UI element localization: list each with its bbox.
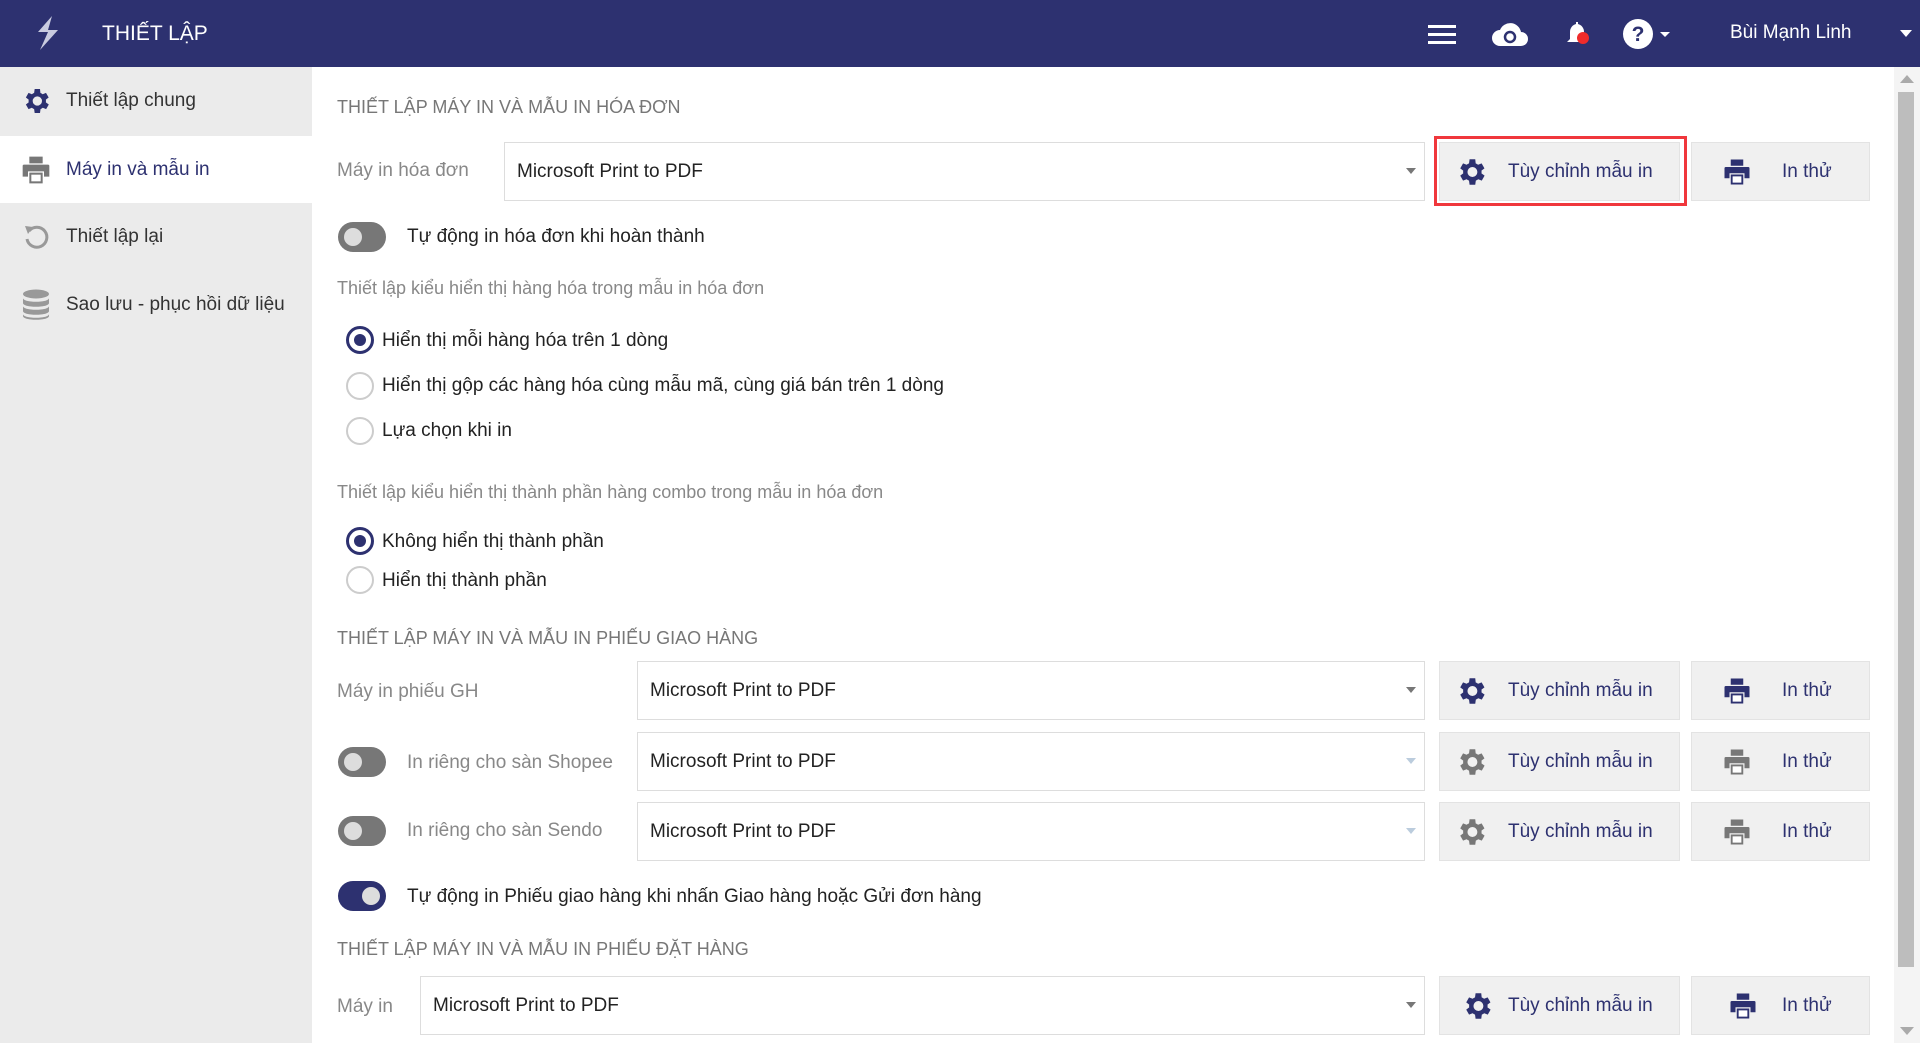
invoice-section-title: THIẾT LẬP MÁY IN VÀ MẪU IN HÓA ĐƠN bbox=[337, 97, 681, 117]
sidebar-item-general-settings[interactable]: Thiết lập chung bbox=[0, 67, 312, 134]
printer-icon bbox=[1728, 990, 1758, 1022]
shopee-print-label: In riêng cho sàn Shopee bbox=[407, 752, 613, 773]
sidebar-item-label: Thiết lập chung bbox=[66, 89, 196, 111]
sidebar-item-label: Máy in và mẫu in bbox=[66, 158, 210, 180]
printer-icon bbox=[1722, 746, 1752, 778]
button-label: In thử bbox=[1782, 160, 1832, 182]
button-label: Tùy chỉnh mẫu in bbox=[1508, 679, 1653, 701]
user-name[interactable]: Bùi Mạnh Linh bbox=[1730, 22, 1851, 44]
chevron-down-icon bbox=[1406, 828, 1416, 834]
button-label: In thử bbox=[1782, 679, 1832, 701]
chevron-down-icon bbox=[1406, 687, 1416, 693]
button-label: Tùy chỉnh mẫu in bbox=[1508, 994, 1653, 1016]
order-printer-label: Máy in bbox=[337, 996, 393, 1017]
gear-icon bbox=[18, 85, 54, 117]
page-title: THIẾT LẬP bbox=[102, 22, 208, 45]
gear-icon bbox=[1460, 989, 1494, 1023]
sidebar-item-label: Thiết lập lại bbox=[66, 225, 164, 247]
sidebar-item-label: Sao lưu - phục hồi dữ liệu bbox=[66, 293, 285, 315]
menu-icon[interactable] bbox=[1426, 18, 1458, 50]
sendo-printer-select[interactable]: Microsoft Print to PDF bbox=[637, 802, 1425, 861]
combo-option-radio[interactable] bbox=[346, 566, 374, 594]
radio-label: Không hiển thị thành phần bbox=[382, 531, 604, 552]
sendo-print-label: In riêng cho sàn Sendo bbox=[407, 820, 603, 841]
radio-label: Hiển thị gộp các hàng hóa cùng mẫu mã, c… bbox=[382, 375, 944, 396]
app-logo-icon bbox=[38, 16, 58, 50]
delivery-customize-template-button[interactable]: Tùy chỉnh mẫu in bbox=[1439, 661, 1680, 720]
sendo-print-toggle[interactable] bbox=[338, 816, 386, 846]
button-label: Tùy chỉnh mẫu in bbox=[1508, 820, 1653, 842]
select-value: Microsoft Print to PDF bbox=[650, 820, 836, 842]
gear-icon bbox=[1454, 155, 1488, 189]
button-label: In thử bbox=[1782, 994, 1832, 1016]
shopee-test-print-button[interactable]: In thử bbox=[1691, 732, 1870, 791]
display-mode-title: Thiết lập kiểu hiển thị hàng hóa trong m… bbox=[337, 278, 765, 298]
scroll-down-icon[interactable] bbox=[1900, 1026, 1914, 1036]
printer-icon bbox=[1722, 156, 1752, 188]
radio-label: Hiển thị thành phần bbox=[382, 570, 547, 591]
database-icon bbox=[18, 289, 54, 321]
help-icon[interactable]: ? bbox=[1620, 18, 1680, 50]
sidebar-item-backup-restore[interactable]: Sao lưu - phục hồi dữ liệu bbox=[0, 271, 312, 338]
chevron-down-icon bbox=[1406, 758, 1416, 764]
gear-icon bbox=[1454, 674, 1488, 708]
display-option-radio[interactable] bbox=[346, 417, 374, 445]
auto-print-invoice-label: Tự động in hóa đơn khi hoàn thành bbox=[407, 226, 705, 247]
button-label: In thử bbox=[1782, 820, 1832, 842]
radio-label: Hiển thị mỗi hàng hóa trên 1 dòng bbox=[382, 330, 669, 351]
gear-icon bbox=[1454, 815, 1488, 849]
printer-icon bbox=[1722, 675, 1752, 707]
order-section-title: THIẾT LẬP MÁY IN VÀ MẪU IN PHIẾU ĐẶT HÀN… bbox=[337, 939, 749, 959]
shopee-customize-template-button[interactable]: Tùy chỉnh mẫu in bbox=[1439, 732, 1680, 791]
button-label: In thử bbox=[1782, 750, 1832, 772]
invoice-printer-label: Máy in hóa đơn bbox=[337, 160, 469, 181]
gear-icon bbox=[1454, 745, 1488, 779]
delivery-printer-label: Máy in phiếu GH bbox=[337, 681, 479, 702]
top-header: THIẾT LẬP ? Bùi Mạnh Linh bbox=[0, 0, 1920, 67]
scrollbar-thumb[interactable] bbox=[1898, 92, 1914, 967]
select-value: Microsoft Print to PDF bbox=[650, 750, 836, 772]
sidebar-item-printers[interactable]: Máy in và mẫu in bbox=[0, 136, 312, 203]
printer-icon bbox=[1722, 816, 1752, 848]
radio-label: Lựa chọn khi in bbox=[382, 420, 512, 441]
select-value: Microsoft Print to PDF bbox=[517, 160, 703, 182]
reset-icon bbox=[18, 222, 54, 252]
combo-display-title: Thiết lập kiểu hiển thị thành phần hàng … bbox=[337, 482, 884, 502]
notification-bell-icon[interactable] bbox=[1562, 18, 1594, 50]
button-label: Tùy chỉnh mẫu in bbox=[1508, 750, 1653, 772]
order-printer-select[interactable]: Microsoft Print to PDF bbox=[420, 976, 1425, 1035]
delivery-printer-select[interactable]: Microsoft Print to PDF bbox=[637, 661, 1425, 720]
sendo-test-print-button[interactable]: In thử bbox=[1691, 802, 1870, 861]
printer-icon bbox=[18, 154, 54, 186]
invoice-customize-template-button[interactable]: Tùy chỉnh mẫu in bbox=[1439, 142, 1680, 201]
svg-text:?: ? bbox=[1632, 23, 1645, 46]
invoice-printer-select[interactable]: Microsoft Print to PDF bbox=[504, 142, 1425, 201]
chevron-down-icon bbox=[1406, 1002, 1416, 1008]
delivery-section-title: THIẾT LẬP MÁY IN VÀ MẪU IN PHIẾU GIAO HÀ… bbox=[337, 628, 759, 648]
sendo-customize-template-button[interactable]: Tùy chỉnh mẫu in bbox=[1439, 802, 1680, 861]
shopee-printer-select[interactable]: Microsoft Print to PDF bbox=[637, 732, 1425, 791]
auto-print-delivery-toggle[interactable] bbox=[338, 881, 386, 911]
order-customize-template-button[interactable]: Tùy chỉnh mẫu in bbox=[1439, 976, 1680, 1035]
shopee-print-toggle[interactable] bbox=[338, 747, 386, 777]
invoice-test-print-button[interactable]: In thử bbox=[1691, 142, 1870, 201]
sidebar-item-reset[interactable]: Thiết lập lại bbox=[0, 203, 312, 270]
cloud-sync-icon[interactable] bbox=[1490, 18, 1530, 50]
display-option-radio[interactable] bbox=[346, 372, 374, 400]
chevron-down-icon bbox=[1406, 168, 1416, 174]
user-dropdown-icon[interactable] bbox=[1900, 30, 1912, 38]
sidebar: Thiết lập chung Máy in và mẫu in Thiết l… bbox=[0, 67, 312, 1043]
display-option-radio[interactable] bbox=[346, 326, 374, 354]
combo-option-radio[interactable] bbox=[346, 527, 374, 555]
auto-print-invoice-toggle[interactable] bbox=[338, 222, 386, 252]
scroll-up-icon[interactable] bbox=[1900, 74, 1914, 84]
button-label: Tùy chỉnh mẫu in bbox=[1508, 160, 1653, 182]
select-value: Microsoft Print to PDF bbox=[650, 679, 836, 701]
select-value: Microsoft Print to PDF bbox=[433, 994, 619, 1016]
auto-print-delivery-label: Tự động in Phiếu giao hàng khi nhấn Giao… bbox=[407, 886, 982, 907]
delivery-test-print-button[interactable]: In thử bbox=[1691, 661, 1870, 720]
order-test-print-button[interactable]: In thử bbox=[1691, 976, 1870, 1035]
